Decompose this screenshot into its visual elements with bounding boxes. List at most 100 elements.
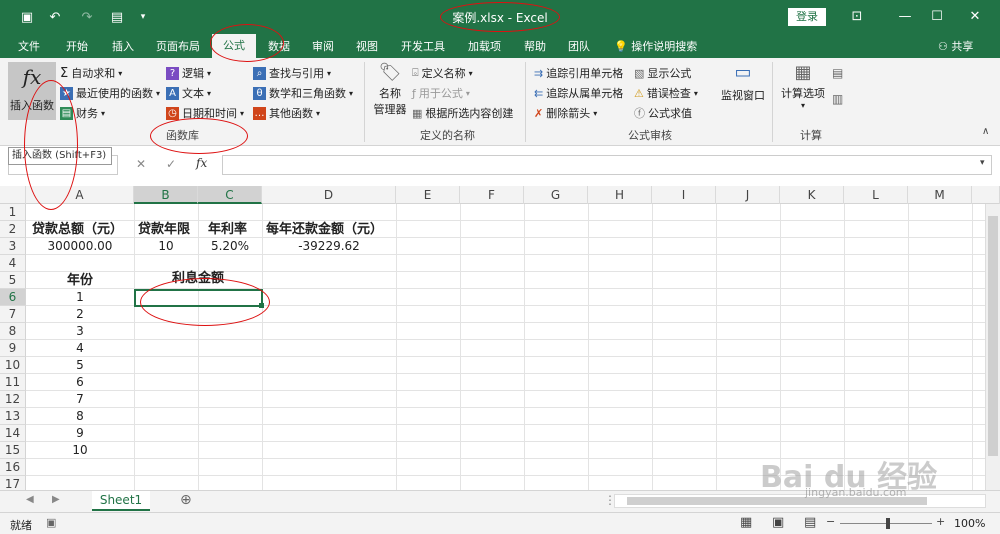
other-functions-button[interactable]: … 其他函数 ▾ — [253, 105, 320, 121]
tab-page-layout[interactable]: 页面布局 — [156, 38, 200, 54]
row-header[interactable]: 9 — [0, 340, 26, 357]
column-header[interactable]: J — [716, 186, 780, 204]
column-header[interactable] — [972, 186, 1000, 204]
column-header[interactable]: G — [524, 186, 588, 204]
formula-input[interactable] — [222, 155, 992, 175]
cell-a15[interactable]: 10 — [26, 442, 134, 459]
row-header[interactable]: 15 — [0, 442, 26, 459]
fx-icon[interactable]: fx — [196, 156, 207, 170]
row-header[interactable]: 1 — [0, 204, 26, 221]
column-header[interactable]: D — [262, 186, 396, 204]
cancel-icon[interactable]: ✕ — [136, 157, 146, 171]
row-header[interactable]: 4 — [0, 255, 26, 272]
row-header[interactable]: 8 — [0, 323, 26, 340]
cell-a3[interactable]: 300000.00 — [26, 238, 134, 255]
cell-c2[interactable]: 年利率 — [208, 221, 247, 238]
use-in-formula-button[interactable]: ƒ 用于公式 ▾ — [412, 85, 470, 101]
expand-formula-bar-icon[interactable]: ▾ — [980, 158, 985, 168]
vertical-scroll-thumb[interactable] — [988, 216, 998, 456]
tab-home[interactable]: 开始 — [66, 38, 88, 54]
select-all-corner[interactable] — [0, 186, 26, 204]
row-header[interactable]: 11 — [0, 374, 26, 391]
create-from-selection-button[interactable]: ▦ 根据所选内容创建 — [412, 105, 513, 121]
calculation-options-button[interactable]: ▦ 计算选项 ▾ — [778, 62, 828, 122]
next-sheet-icon[interactable]: ▶ — [52, 494, 60, 505]
row-header[interactable]: 16 — [0, 459, 26, 476]
maximize-icon[interactable]: ☐ — [922, 7, 952, 27]
row-header[interactable]: 12 — [0, 391, 26, 408]
calculate-now-icon[interactable]: ▤ — [832, 66, 843, 80]
tab-developer[interactable]: 开发工具 — [401, 38, 445, 54]
cell-a11[interactable]: 6 — [26, 374, 134, 391]
zoom-level[interactable]: 100% — [954, 517, 985, 530]
cell-a10[interactable]: 5 — [26, 357, 134, 374]
cell-a2[interactable]: 贷款总额（元） — [32, 221, 123, 238]
page-break-view-icon[interactable]: ▤ — [804, 515, 816, 530]
trace-precedents-button[interactable]: ⇉ 追踪引用单元格 — [534, 65, 623, 81]
tab-insert[interactable]: 插入 — [112, 38, 134, 54]
tell-me-search[interactable]: 💡 操作说明搜索 — [614, 38, 697, 54]
cell-a5[interactable]: 年份 — [26, 272, 134, 289]
lookup-button[interactable]: ⌕ 查找与引用 ▾ — [253, 65, 331, 81]
column-header[interactable]: F — [460, 186, 524, 204]
prev-sheet-icon[interactable]: ◀ — [26, 494, 34, 505]
column-header[interactable]: I — [652, 186, 716, 204]
column-header[interactable]: M — [908, 186, 972, 204]
autosum-button[interactable]: Σ 自动求和 ▾ — [60, 65, 122, 81]
normal-view-icon[interactable]: ▦ — [740, 515, 752, 530]
column-header[interactable]: H — [588, 186, 652, 204]
column-header[interactable]: C — [198, 186, 262, 204]
math-button[interactable]: θ 数学和三角函数 ▾ — [253, 85, 353, 101]
share-button[interactable]: ⚇ 共享 — [938, 38, 973, 54]
cell-b3[interactable]: 10 — [134, 238, 198, 255]
zoom-out-icon[interactable]: − — [826, 515, 835, 528]
add-sheet-icon[interactable]: ⊕ — [180, 492, 192, 508]
tab-addins[interactable]: 加载项 — [468, 38, 501, 54]
row-header[interactable]: 3 — [0, 238, 26, 255]
collapse-ribbon-icon[interactable]: ∧ — [982, 126, 989, 137]
zoom-slider-thumb[interactable] — [886, 518, 890, 529]
row-header[interactable]: 5 — [0, 272, 26, 289]
name-manager-button[interactable]: 🏷 名称 管理器 — [370, 62, 410, 122]
trace-dependents-button[interactable]: ⇇ 追踪从属单元格 — [534, 85, 623, 101]
close-icon[interactable]: ✕ — [960, 7, 990, 27]
recent-functions-button[interactable]: ★ 最近使用的函数 ▾ — [60, 85, 160, 101]
row-header[interactable]: 14 — [0, 425, 26, 442]
row-header[interactable]: 13 — [0, 408, 26, 425]
row-header[interactable]: 2 — [0, 221, 26, 238]
error-checking-button[interactable]: ⚠ 错误检查 ▾ — [634, 85, 698, 101]
cell-d2[interactable]: 每年还款金额（元） — [266, 221, 383, 238]
cell-b2[interactable]: 贷款年限 — [138, 221, 190, 238]
page-layout-view-icon[interactable]: ▣ — [772, 515, 784, 530]
minimize-icon[interactable]: — — [890, 7, 920, 27]
watch-window-button[interactable]: ▭ 监视窗口 — [720, 62, 766, 122]
column-header[interactable]: E — [396, 186, 460, 204]
cell-a14[interactable]: 9 — [26, 425, 134, 442]
row-header[interactable]: 6 — [0, 289, 26, 306]
check-icon[interactable]: ✓ — [166, 157, 176, 171]
cell-a9[interactable]: 4 — [26, 340, 134, 357]
vertical-scrollbar[interactable] — [985, 204, 1000, 490]
login-button[interactable]: 登录 — [788, 8, 826, 26]
cell-d3[interactable]: -39229.62 — [262, 238, 396, 255]
cell-a6[interactable]: 1 — [26, 289, 134, 306]
evaluate-formula-button[interactable]: ⓕ 公式求值 — [634, 105, 692, 121]
cell-a8[interactable]: 3 — [26, 323, 134, 340]
zoom-in-icon[interactable]: + — [936, 515, 945, 528]
calculate-sheet-icon[interactable]: ▥ — [832, 92, 843, 106]
tab-view[interactable]: 视图 — [356, 38, 378, 54]
horizontal-scrollbar[interactable] — [614, 494, 986, 508]
cell-c3[interactable]: 5.20% — [198, 238, 262, 255]
logical-button[interactable]: ? 逻辑 ▾ — [166, 65, 211, 81]
cell-a7[interactable]: 2 — [26, 306, 134, 323]
cell-a13[interactable]: 8 — [26, 408, 134, 425]
column-header[interactable]: K — [780, 186, 844, 204]
macro-record-icon[interactable]: ▣ — [46, 516, 56, 529]
row-header[interactable]: 7 — [0, 306, 26, 323]
column-header[interactable]: L — [844, 186, 908, 204]
tab-help[interactable]: 帮助 — [524, 38, 546, 54]
sheet-tab-sheet1[interactable]: Sheet1 — [92, 491, 150, 511]
define-name-button[interactable]: ⌺ 定义名称 ▾ — [412, 65, 473, 81]
row-header[interactable]: 17 — [0, 476, 26, 490]
show-formulas-button[interactable]: ▧ 显示公式 — [634, 65, 691, 81]
